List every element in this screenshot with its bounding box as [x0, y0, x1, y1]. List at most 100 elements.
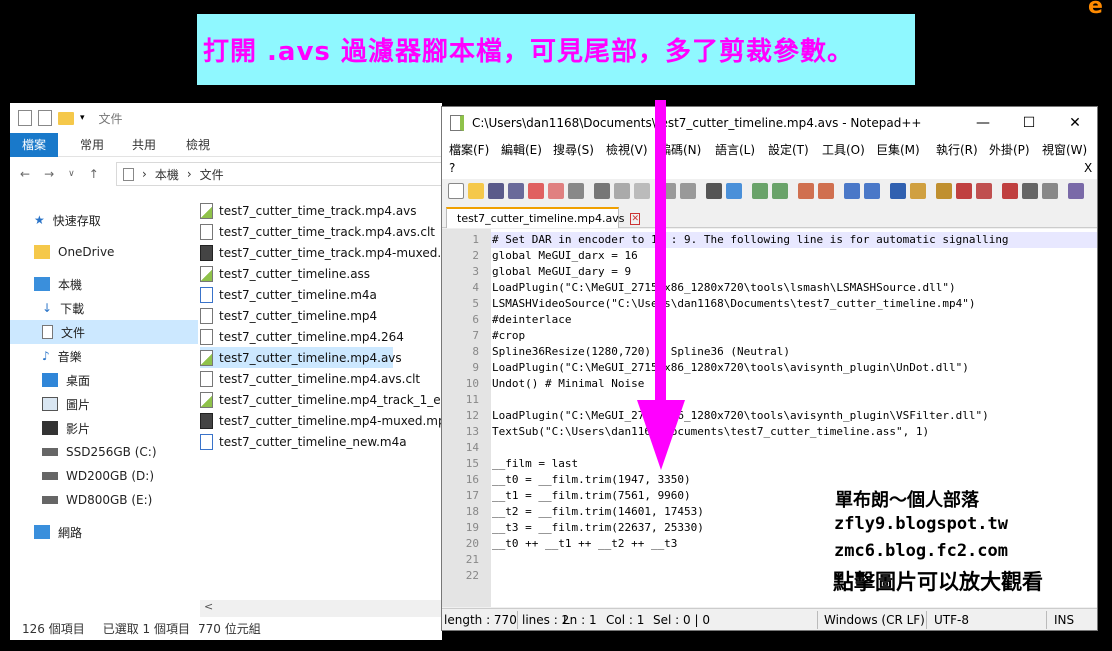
menu-file[interactable]: 檔案(F)	[449, 141, 489, 158]
tab-home[interactable]: 常用	[68, 133, 116, 157]
menu-tools[interactable]: 工具(O)	[822, 141, 865, 158]
menu-help[interactable]: ?	[449, 161, 455, 175]
nav-onedrive[interactable]: OneDrive	[10, 240, 198, 264]
music-icon: ♪	[42, 349, 50, 363]
indent-guide-icon[interactable]	[890, 183, 906, 199]
up-arrow-icon[interactable]: ↑	[89, 167, 99, 181]
print-icon[interactable]	[568, 183, 584, 199]
nav-pictures[interactable]: 圖片	[10, 392, 198, 416]
forward-arrow-icon[interactable]: →	[44, 167, 54, 181]
menu-search[interactable]: 搜尋(S)	[553, 141, 594, 158]
close-doc-button[interactable]: X	[1084, 161, 1092, 175]
play-macro-icon[interactable]	[1042, 183, 1058, 199]
redo-icon[interactable]	[680, 183, 696, 199]
list-item[interactable]: test7_cutter_timeline.mp4.avs.clt	[200, 368, 442, 389]
code-line: Undot() # Minimal Noise	[492, 377, 645, 390]
menu-run[interactable]: 執行(R)	[936, 141, 978, 158]
nav-drive-d[interactable]: WD200GB (D:)	[10, 464, 198, 488]
doc-map-icon[interactable]	[936, 183, 952, 199]
tab-active-document[interactable]: test7_cutter_timeline.mp4.avs ✕	[446, 207, 640, 228]
tab-view[interactable]: 檢視	[174, 133, 222, 157]
list-item[interactable]: test7_cutter_timeline.mp4-muxed.mp4	[200, 410, 442, 431]
menu-edit[interactable]: 編輯(E)	[501, 141, 542, 158]
checklist-icon[interactable]	[38, 110, 52, 126]
video-file-icon	[200, 244, 213, 261]
menu-view[interactable]: 檢視(V)	[606, 141, 648, 158]
stop-macro-icon[interactable]	[1022, 183, 1038, 199]
nav-downloads[interactable]: ↓ 下載	[10, 296, 198, 320]
save-all-icon[interactable]	[508, 183, 524, 199]
close-all-icon[interactable]	[548, 183, 564, 199]
zoom-out-icon[interactable]	[772, 183, 788, 199]
properties-icon[interactable]	[18, 110, 32, 126]
record-macro-icon[interactable]	[1002, 183, 1018, 199]
dropdown-icon[interactable]: ▾	[80, 113, 85, 123]
scroll-left-icon[interactable]: <	[204, 600, 213, 613]
nav-this-pc[interactable]: 本機	[10, 272, 198, 296]
sync-h-icon[interactable]	[818, 183, 834, 199]
sync-v-icon[interactable]	[798, 183, 814, 199]
open-file-icon[interactable]	[468, 183, 484, 199]
tab-close-icon[interactable]: ✕	[630, 212, 640, 225]
replace-icon[interactable]	[726, 183, 742, 199]
back-arrow-icon[interactable]: ←	[20, 167, 30, 181]
recent-chevron-icon[interactable]: ∨	[68, 169, 75, 179]
menu-settings[interactable]: 設定(T)	[768, 141, 809, 158]
tab-share[interactable]: 共用	[120, 133, 168, 157]
new-file-icon[interactable]	[448, 183, 464, 199]
nav-videos[interactable]: 影片	[10, 416, 198, 440]
list-item[interactable]: test7_cutter_time_track.mp4.avs.clt	[200, 221, 442, 242]
list-item[interactable]: test7_cutter_time_track.mp4.avs	[200, 200, 442, 221]
zoom-in-icon[interactable]	[752, 183, 768, 199]
list-item[interactable]: test7_cutter_timeline.mp4.264	[200, 326, 442, 347]
folder-icon	[34, 245, 50, 259]
monitor-icon[interactable]	[1068, 183, 1084, 199]
new-folder-icon[interactable]	[58, 111, 74, 125]
list-item[interactable]: test7_cutter_timeline.mp4_track_1_engli	[200, 389, 442, 410]
list-item[interactable]: test7_cutter_timeline.mp4	[200, 305, 442, 326]
nav-drive-e[interactable]: WD800GB (E:)	[10, 488, 198, 512]
show-all-chars-icon[interactable]	[864, 183, 880, 199]
list-item[interactable]: test7_cutter_timeline.ass	[200, 263, 442, 284]
save-icon[interactable]	[488, 183, 504, 199]
close-button[interactable]: ✕	[1052, 107, 1097, 139]
folder-workspace-icon[interactable]	[976, 183, 992, 199]
film-icon	[42, 421, 58, 435]
list-item[interactable]: test7_cutter_time_track.mp4-muxed.mp	[200, 242, 442, 263]
file-icon	[200, 370, 213, 387]
menu-plugins[interactable]: 外掛(P)	[989, 141, 1030, 158]
nav-desktop[interactable]: 桌面	[10, 368, 198, 392]
breadcrumb-this-pc[interactable]: 本機	[155, 166, 179, 183]
nav-quick-access[interactable]: ★ 快速存取	[10, 208, 198, 232]
paste-icon[interactable]	[634, 183, 650, 199]
npp-titlebar: C:\Users\dan1168\Documents\test7_cutter_…	[442, 107, 1097, 139]
word-wrap-icon[interactable]	[844, 183, 860, 199]
maximize-button[interactable]: ☐	[1006, 107, 1052, 139]
cut-icon[interactable]	[594, 183, 610, 199]
minimize-button[interactable]: —	[960, 107, 1006, 139]
nav-network[interactable]: 網路	[10, 520, 198, 544]
menu-window[interactable]: 視窗(W)	[1042, 141, 1087, 158]
horizontal-scrollbar[interactable]: <	[200, 600, 442, 617]
nav-documents[interactable]: 文件	[10, 320, 198, 344]
lang-icon[interactable]	[910, 183, 926, 199]
download-icon: ↓	[42, 301, 53, 315]
find-icon[interactable]	[706, 183, 722, 199]
close-file-icon[interactable]	[528, 183, 544, 199]
file-explorer-window: ▾ 文件 檔案 常用 共用 檢視 ← → ∨ ↑ › 本機 › 文件 ★ 快速存…	[10, 103, 442, 640]
function-list-icon[interactable]	[956, 183, 972, 199]
menu-macro[interactable]: 巨集(M)	[876, 141, 920, 158]
line-number: 8	[472, 345, 479, 358]
code-line: __t0 = __film.trim(1947, 3350)	[492, 473, 691, 486]
nav-drive-c[interactable]: SSD256GB (C:)	[10, 440, 198, 464]
list-item-selected[interactable]: test7_cutter_timeline.mp4.avs	[200, 347, 402, 368]
copy-icon[interactable]	[614, 183, 630, 199]
menu-language[interactable]: 語言(L)	[715, 141, 755, 158]
address-box[interactable]: › 本機 › 文件	[116, 162, 442, 186]
nav-music[interactable]: ♪ 音樂	[10, 344, 198, 368]
address-bar-row: ← → ∨ ↑ › 本機 › 文件	[10, 159, 442, 189]
breadcrumb-documents[interactable]: 文件	[200, 166, 224, 183]
list-item[interactable]: test7_cutter_timeline_new.m4a	[200, 431, 442, 452]
tab-file[interactable]: 檔案	[10, 133, 59, 157]
list-item[interactable]: test7_cutter_timeline.m4a	[200, 284, 442, 305]
